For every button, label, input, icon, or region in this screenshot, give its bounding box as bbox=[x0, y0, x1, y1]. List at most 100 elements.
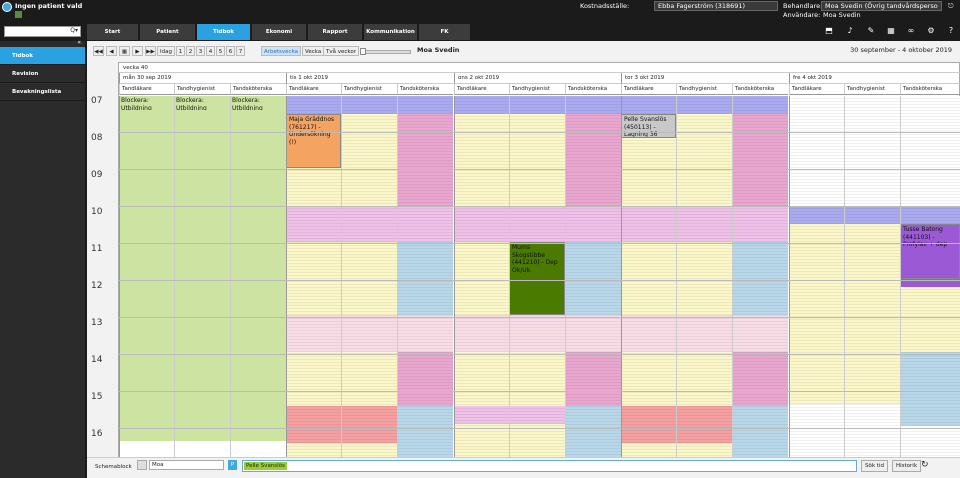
document-icon[interactable]: ⬒ bbox=[824, 26, 834, 36]
hour-line bbox=[119, 132, 960, 133]
tva_veckor-button[interactable]: Två veckor bbox=[323, 46, 360, 56]
appointment[interactable]: Pelle Svanslös (450113) - Lagning 36 bbox=[621, 114, 676, 138]
tab-ekonomi[interactable]: Ekonomi bbox=[252, 24, 307, 40]
schedule-block bbox=[230, 96, 286, 441]
help-icon[interactable]: ? bbox=[946, 26, 956, 36]
schemablock-select[interactable]: Moa bbox=[149, 460, 224, 470]
patient-title: Ingen patient vald bbox=[15, 2, 83, 10]
schedule-block bbox=[509, 224, 565, 242]
user-value: Moa Svedin bbox=[823, 11, 861, 19]
kost-label: Kostnadsställe: bbox=[580, 2, 630, 10]
calendar-owner: Moa Svedin bbox=[417, 46, 460, 54]
day-header: ons 2 okt 2019 bbox=[454, 73, 621, 84]
patient-chip[interactable]: Pelle Svanslös bbox=[244, 462, 287, 470]
tab-start[interactable]: Start bbox=[87, 24, 139, 40]
sok-tid-button[interactable]: Sök tid bbox=[861, 460, 888, 472]
beh-select[interactable]: Moa Svedin (Övrig tandvårdsperso bbox=[821, 1, 942, 11]
column-header: Tandläkare bbox=[119, 84, 174, 95]
vecka-button[interactable]: Vecka bbox=[302, 46, 325, 56]
schedule-block bbox=[397, 114, 453, 206]
schedule-block bbox=[732, 114, 788, 206]
schedule-block bbox=[454, 224, 509, 242]
patient-input[interactable] bbox=[242, 460, 857, 472]
toolbar-nav-button[interactable]: ◀ bbox=[106, 46, 117, 56]
tab-patient[interactable]: Patient bbox=[140, 24, 196, 40]
blocked-block[interactable]: Blockera: Utbildning FRENDA bbox=[174, 96, 230, 110]
schedule-block bbox=[509, 96, 565, 114]
logout-icon[interactable]: ⎋ bbox=[948, 2, 957, 11]
hour-label: 07 bbox=[91, 96, 103, 106]
kost-select[interactable]: Ebba Fagerström (318691) bbox=[654, 1, 778, 11]
hour-label: 13 bbox=[91, 318, 103, 328]
column-header: Tandläkare bbox=[789, 84, 844, 95]
column-divider bbox=[230, 96, 231, 459]
tab-fk[interactable]: FK bbox=[419, 24, 471, 40]
hour-label: 14 bbox=[91, 355, 103, 365]
appointment[interactable]: Mums Skogstibbe (441210) - Dep Ok/Uk bbox=[509, 242, 565, 315]
beh-label: Behandlare: bbox=[783, 2, 823, 10]
column-divider bbox=[565, 96, 566, 459]
top-bar: Ingen patient vald Kostnadsställe: Ebba … bbox=[0, 0, 960, 22]
schedule-block bbox=[565, 352, 621, 407]
patient-status[interactable]: Ingen patient vald bbox=[2, 2, 82, 18]
schedule-block bbox=[341, 224, 397, 242]
day-count-button[interactable]: 6 bbox=[226, 46, 235, 56]
day-count-button[interactable]: 5 bbox=[216, 46, 225, 56]
schedule-block bbox=[397, 406, 453, 459]
calendar-icon[interactable]: ▦ bbox=[886, 26, 896, 36]
schedule-block bbox=[509, 206, 565, 224]
today-button[interactable]: Idag bbox=[157, 46, 175, 56]
sidebar-item-revision[interactable]: Revision bbox=[0, 65, 85, 83]
schedule-block bbox=[844, 206, 900, 224]
toolbar-nav-button[interactable]: ◀◀ bbox=[93, 46, 104, 56]
zoom-slider[interactable] bbox=[363, 50, 411, 54]
day-header: tor 3 okt 2019 bbox=[621, 73, 788, 84]
appointment[interactable]: Tusse Batong (441103) - Profylax + dep bbox=[900, 224, 960, 279]
patient-search-input[interactable]: Q▾ bbox=[4, 26, 81, 37]
blocked-block[interactable]: Blockera: Utbildning FRENDA bbox=[119, 96, 174, 110]
arbetsvecka-button[interactable]: Arbetsvecka bbox=[261, 46, 302, 56]
day-count-button[interactable]: 2 bbox=[186, 46, 195, 56]
schedule-block bbox=[341, 206, 397, 224]
hour-line bbox=[119, 391, 960, 392]
arrow-icon[interactable] bbox=[137, 460, 147, 470]
sidebar-item-tidbok[interactable]: Tidbok bbox=[0, 47, 85, 65]
bell-icon[interactable]: ♪ bbox=[845, 26, 855, 36]
schedule-block bbox=[397, 206, 453, 224]
day-count-button[interactable]: 3 bbox=[196, 46, 205, 56]
hour-line bbox=[119, 428, 960, 429]
tab-rapport[interactable]: Rapport bbox=[308, 24, 363, 40]
blocked-block[interactable]: Blockera: Utbildning FRENDA bbox=[230, 96, 286, 110]
column-header: Tandläkare bbox=[286, 84, 341, 95]
column-header: Tandsköterska bbox=[565, 84, 621, 95]
day-count-button[interactable]: 7 bbox=[236, 46, 245, 56]
column-divider bbox=[844, 96, 845, 459]
day-count-button[interactable]: 1 bbox=[176, 46, 185, 56]
schedule-block bbox=[565, 315, 621, 352]
schedule-block bbox=[565, 224, 621, 242]
tab-kommunikation[interactable]: Kommunikation bbox=[364, 24, 418, 40]
edit-icon[interactable]: ✎ bbox=[866, 26, 876, 36]
sidebar: « Tidbok Revision Bevakningslista bbox=[0, 39, 85, 478]
toolbar-nav-button[interactable]: ▶▶ bbox=[145, 46, 156, 56]
toolbar-nav-button[interactable]: ▦ bbox=[119, 46, 130, 56]
schedule-block bbox=[397, 315, 453, 352]
link-icon[interactable]: ∞ bbox=[906, 26, 916, 36]
refresh-icon[interactable]: ↻ bbox=[921, 460, 929, 470]
sidebar-item-bevakningslista[interactable]: Bevakningslista bbox=[0, 83, 85, 101]
collapse-icon[interactable]: « bbox=[77, 39, 81, 46]
date-range: 30 september - 4 oktober 2019 bbox=[850, 46, 952, 54]
appointment[interactable]: Maja Gräddnos (761217) - Undersökning (!… bbox=[286, 114, 341, 168]
patient-chip-icon: P bbox=[228, 460, 237, 470]
schedule-block bbox=[286, 96, 341, 114]
zoom-slider-thumb[interactable] bbox=[360, 48, 366, 55]
schedule-block bbox=[565, 96, 621, 114]
schedule-block bbox=[341, 315, 397, 352]
historik-button[interactable]: Historik bbox=[892, 460, 922, 472]
toolbar-nav-button[interactable]: ▶ bbox=[132, 46, 143, 56]
patient-flag-icon bbox=[15, 11, 22, 18]
calendar-toolbar: ◀◀ ◀ ▦ ▶ ▶▶ Idag 1 2 3 4 5 6 7 Arbetsvecka Vecka Två ve… bbox=[87, 45, 960, 58]
gear-icon[interactable]: ⚙ bbox=[926, 26, 936, 36]
tab-tidbok[interactable]: Tidbok bbox=[197, 24, 251, 40]
day-count-button[interactable]: 4 bbox=[206, 46, 215, 56]
